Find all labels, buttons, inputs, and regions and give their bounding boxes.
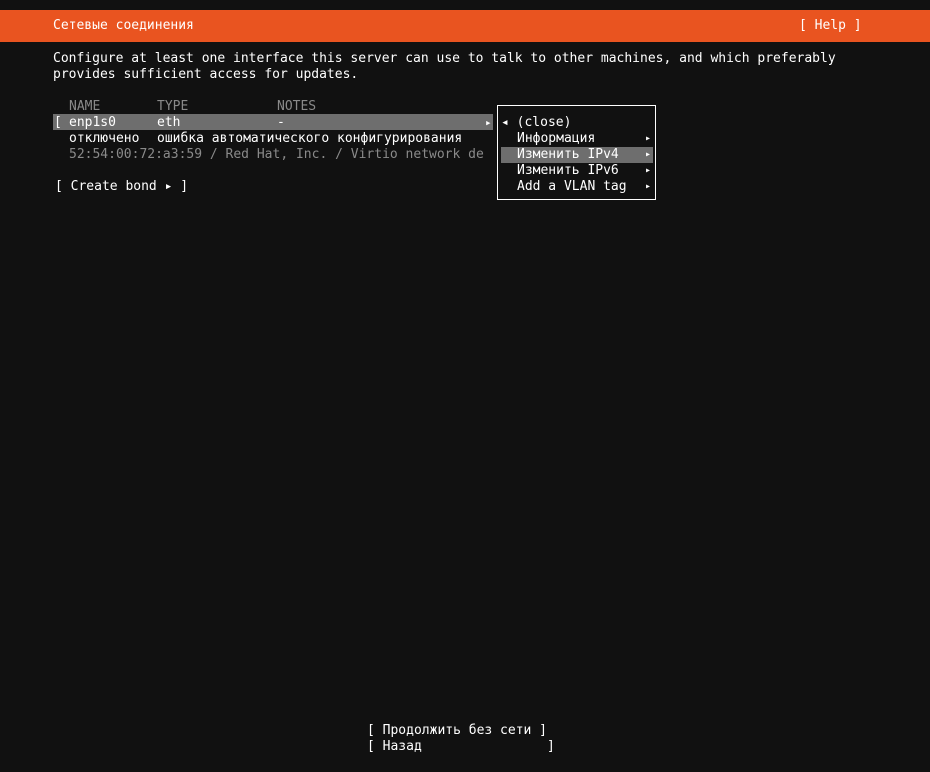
interface-action-menu: ◂ (close) Информация ▸ Изменить IPv4 ▸ И…: [497, 105, 656, 200]
interface-state: отключено: [69, 131, 140, 146]
interface-type: eth: [157, 115, 181, 130]
column-header-name: NAME: [69, 99, 101, 114]
interface-detail: 52:54:00:72:a3:59 / Red Hat, Inc. / Virt…: [69, 147, 484, 162]
interface-row-enp1s0[interactable]: [53, 114, 493, 130]
row-arrow-icon: ▸: [485, 116, 492, 129]
header-bar: Сетевые соединения [ Help ]: [0, 10, 930, 42]
menu-item-edit-ipv6[interactable]: Изменить IPv6: [517, 163, 619, 179]
column-header-type: TYPE: [157, 99, 189, 114]
chevron-right-icon: ▸: [645, 181, 652, 192]
continue-without-network-button[interactable]: [ Продолжить без сети ]: [367, 723, 547, 739]
menu-item-close[interactable]: ◂ (close): [501, 115, 571, 131]
column-header-notes: NOTES: [277, 99, 317, 114]
description-line-1: Configure at least one interface this se…: [53, 51, 836, 66]
chevron-right-icon: ▸: [645, 149, 652, 160]
chevron-right-icon: ▸: [645, 165, 652, 176]
menu-item-add-vlan[interactable]: Add a VLAN tag: [517, 179, 627, 195]
interface-name: enp1s0: [69, 115, 116, 130]
row-bracket: [: [54, 115, 62, 130]
menu-item-info[interactable]: Информация: [517, 131, 595, 147]
interface-notes: -: [277, 115, 285, 130]
interface-error: ошибка автоматического конфигурирования: [157, 131, 463, 146]
chevron-right-icon: ▸: [645, 133, 652, 144]
menu-item-edit-ipv4[interactable]: Изменить IPv4: [517, 147, 619, 163]
create-bond-button[interactable]: [ Create bond ▸ ]: [55, 179, 188, 195]
back-button[interactable]: [ Назад ]: [367, 739, 555, 755]
help-button[interactable]: [ Help ]: [799, 18, 862, 34]
description-line-2: provides sufficient access for updates.: [53, 67, 359, 82]
page-title: Сетевые соединения: [53, 18, 194, 33]
